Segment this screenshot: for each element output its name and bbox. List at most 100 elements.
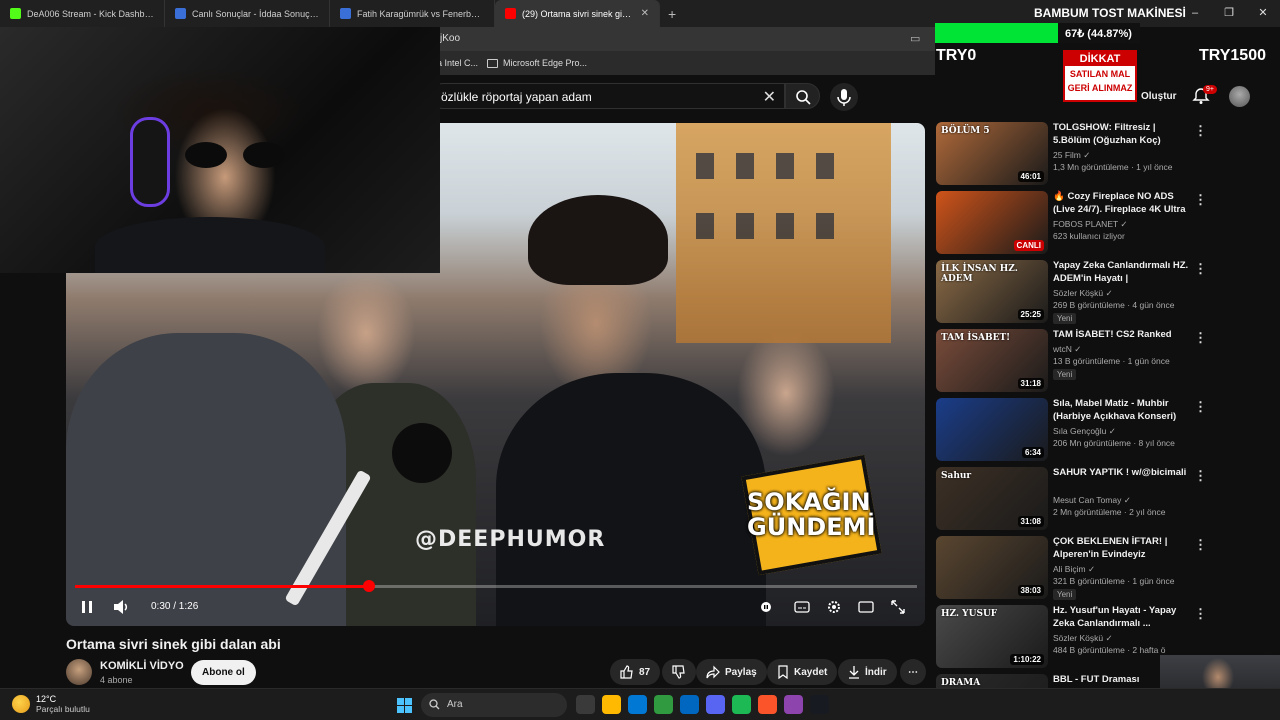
recommendation-channel[interactable]: FOBOS PLANET ✓ (1053, 219, 1128, 230)
recommendation-thumbnail[interactable]: İLK İNSAN HZ. ADEM 25:25 (936, 260, 1048, 323)
tab-karagumruk-fenerbahce[interactable]: Fatih Karagümrük vs Fenerbahçe, 13. (330, 0, 495, 27)
recommendation-title[interactable]: ÇOK BEKLENEN İFTAR! | Alperen'in Evindey… (1053, 535, 1193, 561)
close-tab-icon[interactable]: ✕ (641, 8, 649, 19)
channel-avatar[interactable] (66, 659, 92, 685)
bookmark-icon (778, 665, 788, 679)
subtitles-icon[interactable] (794, 597, 810, 617)
more-options-icon[interactable]: ⋮ (1194, 330, 1207, 346)
bookmark-edge[interactable]: Microsoft Edge Pro... (487, 58, 587, 68)
recommendation-channel[interactable]: Sözler Köşkü ✓ (1053, 633, 1113, 644)
share-label: Paylaş (725, 666, 757, 678)
recommendation-title[interactable]: SAHUR YAPTIK ! w/@bicimali (1053, 466, 1193, 479)
streamer-webcam (0, 27, 440, 273)
volume-icon[interactable] (112, 597, 130, 617)
more-options-icon[interactable]: ⋮ (1194, 123, 1207, 139)
autoplay-toggle-icon[interactable] (759, 597, 773, 617)
taskbar-app-icon[interactable] (602, 695, 621, 714)
recommendation-channel[interactable]: Mesut Can Tomay ✓ (1053, 495, 1131, 506)
warning-line-1: SATILAN MAL (1069, 69, 1131, 79)
tab-youtube-active[interactable]: (29) Ortama sivri sinek gibi da ✕ (495, 0, 660, 27)
warning-line-2: GERİ ALINMAZ (1067, 83, 1133, 93)
taskbar-app-icon[interactable] (810, 695, 829, 714)
video-time: 0:30 / 1:26 (151, 601, 199, 612)
more-options-icon[interactable]: ⋮ (1194, 537, 1207, 553)
voice-search-button[interactable] (830, 83, 858, 111)
save-button[interactable]: Kaydet (767, 659, 838, 685)
taskbar-app-icon[interactable] (706, 695, 725, 714)
recommendation-channel[interactable]: Ali Biçim ✓ (1053, 564, 1095, 575)
recommendation-item[interactable]: TAM İSABET! 31:18 TAM İSABET! CS2 Ranked wt… (936, 328, 1216, 392)
user-avatar[interactable] (1229, 86, 1250, 107)
recommendation-title[interactable]: TAM İSABET! CS2 Ranked (1053, 328, 1193, 341)
new-badge: Yeni (1053, 313, 1077, 324)
new-tab-button[interactable]: + (660, 6, 684, 22)
taskbar-app-icon[interactable] (576, 695, 595, 714)
bookmark-intel[interactable]: a Intel C... (437, 58, 478, 68)
theater-mode-icon[interactable] (858, 597, 874, 617)
weather-widget[interactable]: 12°C Parçalı bulutlu (12, 694, 90, 714)
video-scrubber-knob[interactable] (362, 580, 375, 592)
taskbar-app-icon[interactable] (680, 695, 699, 714)
recommendation-thumbnail[interactable]: 38:03 (936, 536, 1048, 599)
mackolik-favicon-icon (340, 8, 351, 19)
taskbar-app-icon[interactable] (758, 695, 777, 714)
recommendation-title[interactable]: Yapay Zeka Canlandırmalı HZ. ADEM'in Hay… (1053, 259, 1193, 286)
recommendation-thumbnail[interactable]: HZ. YUSUF 1:10:22 (936, 605, 1048, 668)
taskbar-app-icon[interactable] (784, 695, 803, 714)
more-options-icon[interactable]: ⋮ (1194, 261, 1207, 277)
recommendation-item[interactable]: 6:34 Sıla, Mabel Matiz - Muhbir (Harbiye … (936, 397, 1216, 461)
more-options-icon[interactable]: ⋮ (1194, 399, 1207, 415)
video-progress-bar[interactable] (75, 580, 917, 592)
dislike-button[interactable] (662, 659, 696, 685)
recommendation-title[interactable]: 🔥 Cozy Fireplace NO ADS (Live 24/7). Fir… (1053, 190, 1193, 217)
more-options-icon[interactable]: ⋮ (1194, 468, 1207, 484)
recommendation-thumbnail[interactable]: 6:34 (936, 398, 1048, 461)
taskbar-app-icon[interactable] (732, 695, 751, 714)
taskbar-search[interactable]: Ara (421, 693, 567, 717)
recommendation-channel[interactable]: Sıla Gençoğlu ✓ (1053, 426, 1116, 437)
like-button[interactable]: 87 (610, 659, 661, 685)
duration-badge: 46:01 (1017, 171, 1044, 182)
recommendation-item[interactable]: CANLI 🔥 Cozy Fireplace NO ADS (Live 24/7)… (936, 190, 1216, 254)
recommendation-thumbnail[interactable]: BÖLÜM 5 46:01 (936, 122, 1048, 185)
recommendation-item[interactable]: 38:03 ÇOK BEKLENEN İFTAR! | Alperen'in Ev… (936, 535, 1216, 600)
cast-icon[interactable]: ▭ (910, 32, 920, 45)
recommendation-channel[interactable]: 25 Film ✓ (1053, 150, 1090, 161)
download-icon (849, 666, 859, 679)
pause-icon[interactable] (80, 597, 94, 617)
create-button[interactable]: Oluştur (1135, 85, 1183, 109)
channel-name[interactable]: KOMİKLİ VİDYO (100, 660, 184, 672)
download-button[interactable]: İndir (838, 659, 897, 685)
search-button[interactable] (785, 83, 820, 109)
recommendation-title[interactable]: Hz. Yusuf'un Hayatı - Yapay Zeka Canland… (1053, 604, 1193, 630)
tab-kick-dashboard[interactable]: DeA006 Stream - Kick Dashboard (0, 0, 165, 27)
share-button[interactable]: Paylaş (696, 659, 767, 685)
recommendation-title[interactable]: Sıla, Mabel Matiz - Muhbir (Harbiye Açık… (1053, 397, 1193, 423)
recommendation-channel[interactable]: wtcN ✓ (1053, 344, 1081, 355)
fullscreen-icon[interactable] (890, 597, 906, 617)
recommendation-thumbnail[interactable]: Sahur 31:08 (936, 467, 1048, 530)
recommendation-title[interactable]: TOLGSHOW: Filtresiz | 5.Bölüm (Oğuzhan K… (1053, 121, 1193, 147)
tab-canli-sonuclar[interactable]: Canlı Sonuçlar - İddaa Sonuçları | Ma (165, 0, 330, 27)
more-options-icon[interactable]: ⋮ (1194, 192, 1207, 208)
goal-max-amount: TRY1500 (1199, 47, 1266, 64)
windows-start-icon[interactable] (397, 698, 412, 713)
taskbar-app-icon[interactable] (628, 695, 647, 714)
search-input[interactable]: özlükle röportaj yapan adam ✕ (430, 83, 785, 109)
recommendation-item[interactable]: BÖLÜM 5 46:01 TOLGSHOW: Filtresiz | 5.Bölü… (936, 121, 1216, 185)
maximize-button[interactable]: ❐ (1212, 0, 1246, 27)
recommendation-thumbnail[interactable]: CANLI (936, 191, 1048, 254)
taskbar-app-icon[interactable] (654, 695, 673, 714)
recommendation-thumbnail[interactable]: TAM İSABET! 31:18 (936, 329, 1048, 392)
more-actions-button[interactable]: ⋯ (900, 659, 926, 685)
recommendation-item[interactable]: Sahur 31:08 SAHUR YAPTIK ! w/@bicimali Mesu… (936, 466, 1216, 530)
address-url[interactable]: jKoo (440, 33, 460, 44)
duration-badge: 38:03 (1017, 585, 1044, 596)
recommendation-item[interactable]: İLK İNSAN HZ. ADEM 25:25 Yapay Zeka Canlan… (936, 259, 1216, 324)
close-window-button[interactable]: ✕ (1246, 0, 1280, 27)
more-options-icon[interactable]: ⋮ (1194, 606, 1207, 622)
settings-gear-icon[interactable] (826, 597, 842, 617)
recommendation-channel[interactable]: Sözler Köşkü ✓ (1053, 288, 1113, 299)
subscribe-button[interactable]: Abone ol (191, 660, 256, 685)
clear-search-icon[interactable]: ✕ (763, 87, 776, 107)
